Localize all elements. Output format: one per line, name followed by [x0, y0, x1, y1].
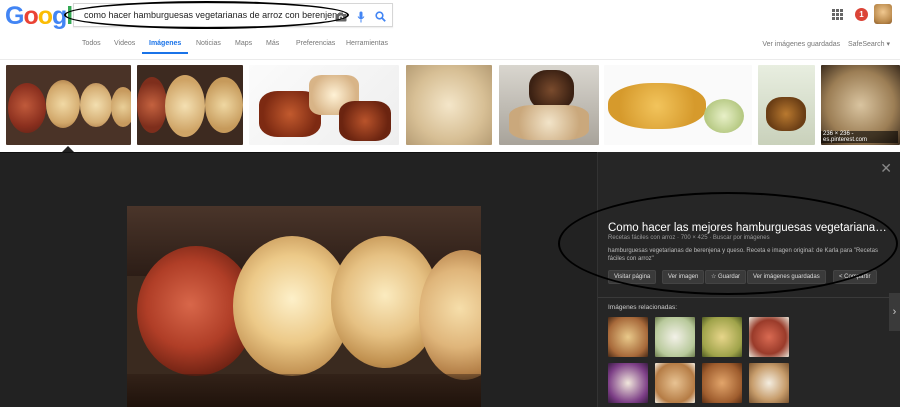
image-viewer-panel: ✕ Como hacer las mejores hamburguesas ve…	[0, 152, 900, 407]
nav-right-links: Ver imágenes guardadas SafeSearch ▾	[762, 40, 890, 48]
image-size-caption: 236 × 236 - es.pinterest.com	[821, 131, 898, 143]
related-image-6[interactable]	[655, 363, 695, 403]
related-image-3[interactable]	[702, 317, 742, 357]
tab-herramientas[interactable]: Herramientas	[346, 40, 388, 47]
tab-noticias[interactable]: Noticias	[196, 40, 221, 47]
related-image-4[interactable]	[749, 317, 789, 357]
related-image-8[interactable]	[749, 363, 789, 403]
apps-grid-icon[interactable]	[832, 9, 843, 20]
image-result-8[interactable]: 236 × 236 - es.pinterest.com	[821, 65, 900, 145]
tab-videos[interactable]: Videos	[114, 40, 135, 47]
header: Google como hacer hamburguesas vegetaria…	[0, 0, 900, 60]
related-image-7[interactable]	[702, 363, 742, 403]
search-tabs: Todos Videos Imágenes Noticias Maps Más …	[0, 34, 900, 54]
tab-mas[interactable]: Más	[266, 40, 279, 47]
search-icon[interactable]	[371, 8, 389, 26]
related-image-1[interactable]	[608, 317, 648, 357]
main-image-preview[interactable]	[127, 206, 481, 407]
annotation-ellipse-details	[558, 192, 898, 295]
mic-icon[interactable]	[352, 8, 370, 26]
tab-imagenes[interactable]: Imágenes	[149, 40, 181, 47]
tab-maps[interactable]: Maps	[235, 40, 252, 47]
notifications-badge[interactable]: 1	[855, 8, 868, 21]
image-result-1[interactable]	[6, 65, 131, 145]
avatar[interactable]	[874, 4, 892, 24]
image-result-2[interactable]	[137, 65, 243, 145]
image-result-6[interactable]	[604, 65, 752, 145]
image-results-strip: 236 × 236 - es.pinterest.com	[0, 60, 900, 152]
image-result-5[interactable]	[499, 65, 599, 145]
related-image-2[interactable]	[655, 317, 695, 357]
tab-preferencias[interactable]: Preferencias	[296, 40, 335, 47]
related-image-5[interactable]	[608, 363, 648, 403]
next-image-chevron-icon[interactable]: ›	[889, 293, 900, 331]
google-images-page: Google como hacer hamburguesas vegetaria…	[0, 0, 900, 407]
saved-images-link[interactable]: Ver imágenes guardadas	[762, 41, 840, 48]
close-icon[interactable]: ✕	[880, 160, 892, 177]
safesearch-menu[interactable]: SafeSearch ▾	[848, 41, 890, 48]
annotation-ellipse-search	[64, 1, 349, 29]
sidebar-divider	[598, 297, 900, 298]
image-result-7[interactable]	[758, 65, 815, 145]
related-images-label: Imágenes relacionadas:	[608, 304, 678, 311]
image-result-4[interactable]	[406, 65, 492, 145]
image-details-sidebar: ✕ Como hacer las mejores hamburguesas ve…	[558, 152, 900, 407]
active-tab-indicator	[142, 52, 188, 54]
image-result-3[interactable]	[249, 65, 399, 145]
tab-todos[interactable]: Todos	[82, 40, 101, 47]
